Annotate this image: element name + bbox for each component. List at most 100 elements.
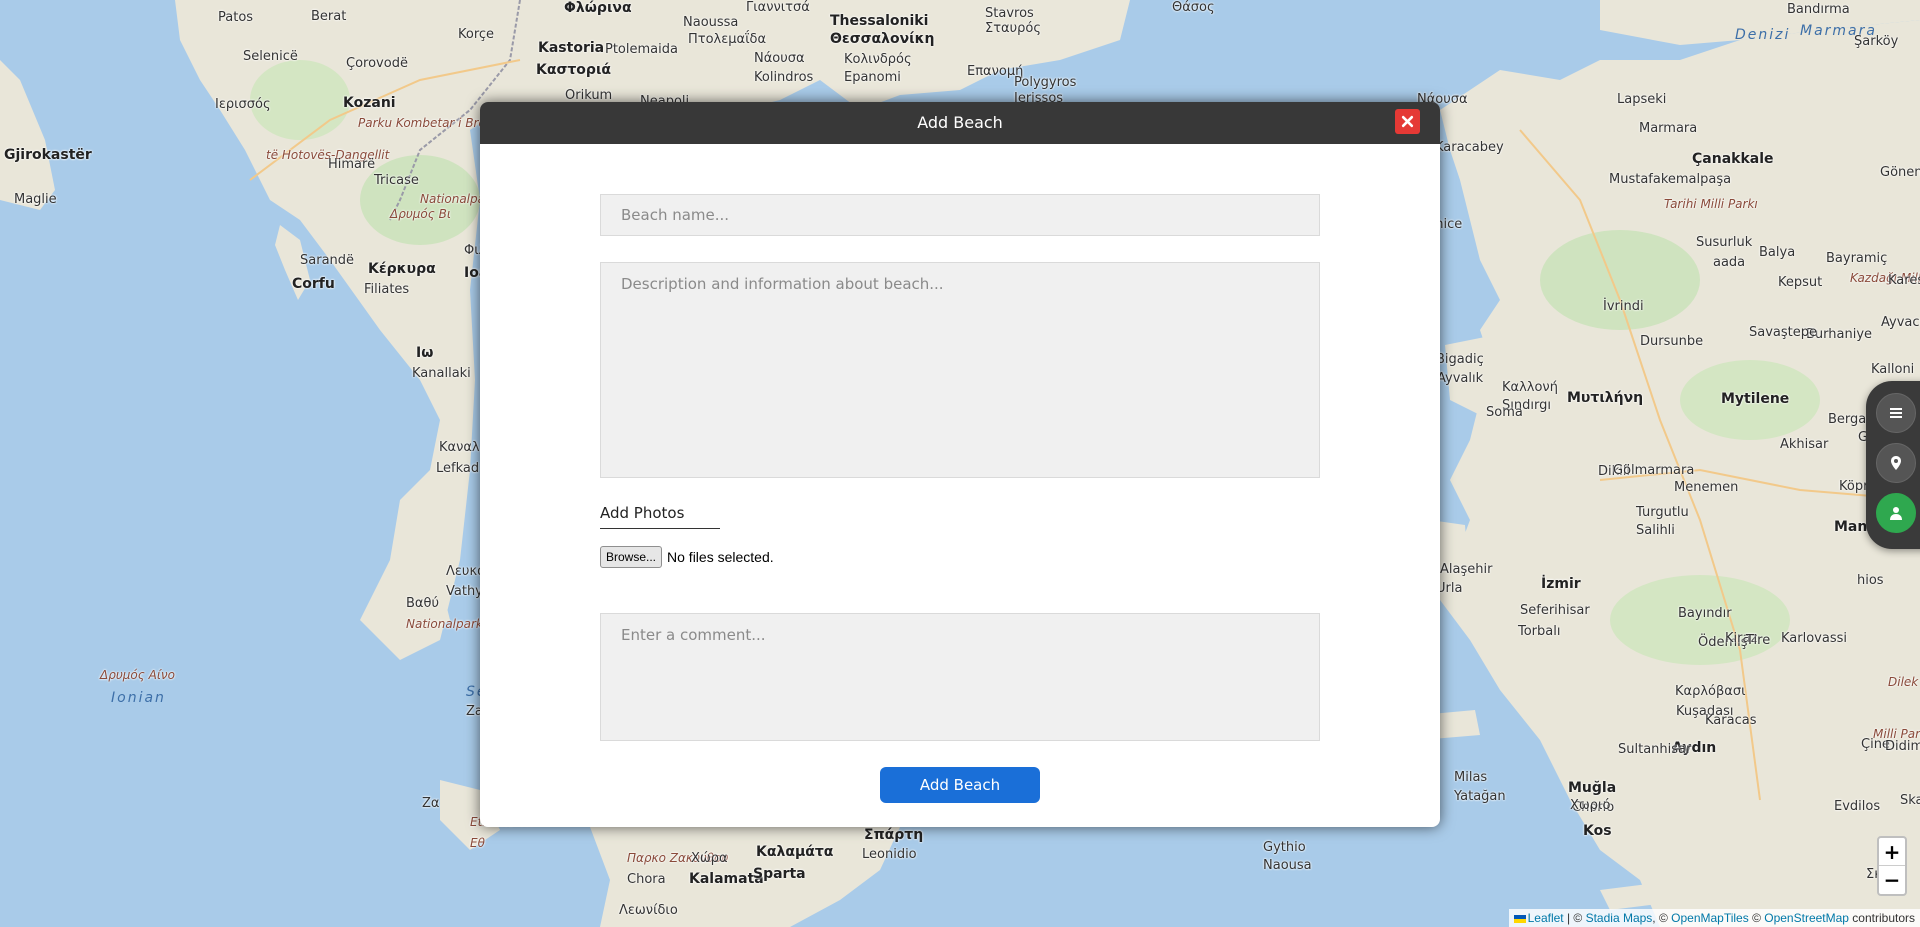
comment-textarea[interactable] — [600, 613, 1320, 741]
menu-icon — [1890, 408, 1902, 418]
map-place-label: Εθ — [470, 836, 485, 850]
attribution-separator: , © — [1652, 911, 1672, 925]
zoom-in-button[interactable]: + — [1879, 838, 1905, 866]
map-place-label: Naoussa — [683, 15, 739, 30]
add-beach-modal: Add Beach Add Photos Browse... No files … — [480, 102, 1440, 827]
map-place-label: İvrindi — [1603, 299, 1644, 314]
map-place-label: Πτολεμαΐδα — [688, 32, 767, 47]
map-place-label: Kalloni — [1871, 362, 1915, 377]
map-place-label: Evdilos — [1834, 799, 1881, 814]
map-place-label: Θεσσαλονίκη — [830, 31, 935, 47]
map-place-label: Χωριό — [1570, 798, 1611, 813]
map-place-label: Βαθύ — [406, 596, 439, 611]
map-attribution: Leaflet | © Stadia Maps, © OpenMapTiles … — [1508, 909, 1920, 927]
user-icon — [1890, 507, 1902, 520]
map-place-label: Naousa — [1263, 858, 1312, 873]
map-place-label: Mytilene — [1721, 391, 1790, 407]
openstreetmap-link[interactable]: OpenStreetMap — [1764, 911, 1849, 925]
map-place-label: Corfu — [292, 276, 335, 292]
map-place-label: Didim — [1885, 739, 1920, 754]
map-place-label: Çorovodë — [346, 56, 408, 71]
zoom-out-button[interactable]: − — [1879, 866, 1905, 894]
map-place-label: Lefkad — [436, 461, 480, 476]
land-italy — [0, 60, 55, 210]
map-place-label: Maglie — [14, 192, 57, 207]
leaflet-link[interactable]: Leaflet — [1528, 911, 1564, 925]
map-place-label: Καρλόβασι — [1675, 684, 1746, 699]
map-place-label: Kanallaki — [412, 366, 471, 381]
map-place-label: Gythio — [1263, 840, 1306, 855]
map-place-label: İzmir — [1541, 576, 1581, 592]
add-photos-label: Add Photos — [600, 504, 720, 529]
attribution-contributors: contributors — [1848, 911, 1915, 925]
beach-name-input[interactable] — [600, 194, 1320, 236]
map-place-label: Karacas — [1705, 713, 1757, 728]
close-button[interactable] — [1395, 109, 1420, 134]
map-place-label: hios — [1857, 573, 1884, 588]
zoom-control: + − — [1877, 836, 1907, 896]
map-place-label: Turgutlu — [1636, 505, 1689, 520]
map-place-label: Sultanhisar — [1618, 742, 1692, 757]
beach-description-textarea[interactable] — [600, 262, 1320, 478]
map-place-label: Patos — [218, 10, 254, 25]
map-place-label: Κολινδρός — [844, 52, 912, 67]
user-button[interactable] — [1876, 493, 1916, 533]
add-beach-submit-button[interactable]: Add Beach — [880, 767, 1040, 803]
stadia-maps-link[interactable]: Stadia Maps — [1586, 911, 1653, 925]
map-place-label: Karesi — [1888, 273, 1920, 288]
map-place-label: Θάσος — [1172, 0, 1215, 15]
map-place-label: Gönen — [1880, 165, 1920, 180]
map-place-label: Ιω — [416, 345, 434, 361]
map-place-label: Şarköy — [1854, 34, 1899, 49]
map-place-label: Leonidio — [862, 847, 917, 862]
map-place-label: Ayvacık — [1881, 315, 1920, 330]
map-place-label: Berat — [311, 9, 347, 24]
attribution-separator: © — [1748, 911, 1765, 925]
map-place-label: Σπάρτη — [864, 827, 924, 843]
map-place-label: Susurluk — [1696, 235, 1753, 250]
map-place-label: Δρυμός Βι — [390, 207, 451, 221]
menu-button[interactable] — [1876, 393, 1916, 433]
location-button[interactable] — [1876, 443, 1916, 483]
file-status-text: No files selected. — [667, 549, 774, 565]
map-place-label: Karacabey — [1435, 140, 1504, 155]
map-place-label: Bayındır — [1678, 606, 1732, 621]
map-place-label: Karlovassi — [1781, 631, 1847, 646]
map-place-label: Ionian — [111, 690, 166, 706]
map-place-label: Ptolemaida — [605, 42, 678, 57]
map-place-label: Gjirokastër — [4, 147, 92, 163]
map-place-label: Καλλονή — [1502, 380, 1558, 395]
map-place-label: Sarandë — [300, 253, 355, 268]
map-place-label: Bandırma — [1787, 2, 1850, 17]
openmaptiles-link[interactable]: OpenMapTiles — [1671, 911, 1749, 925]
map-place-label: Epanomi — [844, 70, 901, 85]
map-place-label: Stavros — [985, 6, 1034, 21]
map-place-label: Καστοριά — [536, 62, 612, 78]
map-place-label: Mustafakemalpaşa — [1609, 172, 1732, 187]
map-place-label: Korçe — [458, 27, 495, 42]
map-place-label: Marmara — [1639, 121, 1698, 136]
map-place-label: Σταυρός — [985, 21, 1041, 36]
map-place-label: Φλώρινα — [564, 0, 632, 16]
side-control-panel — [1866, 381, 1920, 549]
map-place-label: aada — [1713, 255, 1746, 270]
map-place-label: Kepsut — [1778, 275, 1823, 290]
map-place-label: Çanakkale — [1692, 151, 1774, 167]
modal-header: Add Beach — [480, 102, 1440, 144]
map-place-label: Salihli — [1636, 523, 1675, 538]
map-place-label: Dilek Yarımadası — [1888, 675, 1920, 689]
map-place-label: Milas — [1454, 770, 1488, 785]
map-place-label: Tarihi Milli Parkı — [1664, 197, 1758, 211]
map-place-label: Bigadiç — [1436, 352, 1484, 367]
map-place-label: Γιαννιτσά — [746, 0, 810, 15]
map-place-label: Torbalı — [1518, 624, 1561, 639]
map-place-label: Νάουσα — [754, 51, 805, 66]
map-place-label: Kastoria — [538, 40, 605, 56]
map-place-label: Denizi — [1735, 27, 1791, 43]
map-place-label: Δρυμός Αίνο — [100, 668, 175, 682]
park-area — [1540, 230, 1700, 330]
map-pin-icon — [1891, 456, 1901, 470]
browse-button[interactable]: Browse... — [600, 546, 663, 568]
map-place-label: Muğla — [1568, 780, 1617, 796]
map-place-label: Dursunbe — [1640, 334, 1704, 349]
